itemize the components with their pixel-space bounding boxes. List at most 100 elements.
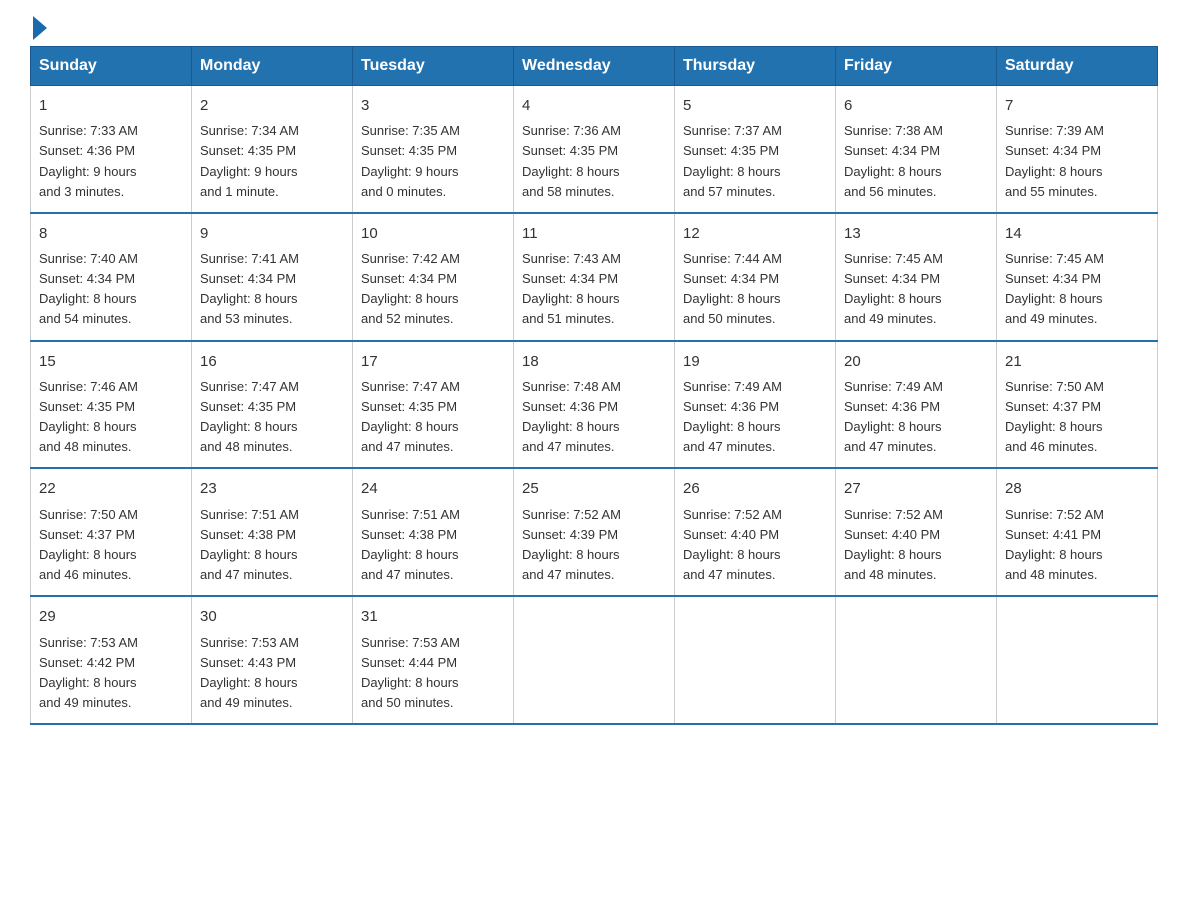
day-number: 4 [522, 94, 666, 117]
day-info: Sunrise: 7:43 AMSunset: 4:34 PMDaylight:… [522, 249, 666, 330]
column-header-tuesday: Tuesday [353, 47, 514, 86]
calendar-cell [514, 596, 675, 724]
week-row-3: 15 Sunrise: 7:46 AMSunset: 4:35 PMDaylig… [31, 341, 1158, 469]
week-row-1: 1 Sunrise: 7:33 AMSunset: 4:36 PMDayligh… [31, 86, 1158, 213]
day-number: 21 [1005, 350, 1149, 373]
column-header-wednesday: Wednesday [514, 47, 675, 86]
day-number: 6 [844, 94, 988, 117]
calendar-cell: 3 Sunrise: 7:35 AMSunset: 4:35 PMDayligh… [353, 86, 514, 213]
page-header [30, 20, 1158, 36]
day-number: 20 [844, 350, 988, 373]
logo-arrow-icon [33, 16, 47, 40]
header-row: SundayMondayTuesdayWednesdayThursdayFrid… [31, 47, 1158, 86]
calendar-cell: 25 Sunrise: 7:52 AMSunset: 4:39 PMDaylig… [514, 468, 675, 596]
calendar-cell: 16 Sunrise: 7:47 AMSunset: 4:35 PMDaylig… [192, 341, 353, 469]
day-info: Sunrise: 7:42 AMSunset: 4:34 PMDaylight:… [361, 249, 505, 330]
day-info: Sunrise: 7:39 AMSunset: 4:34 PMDaylight:… [1005, 121, 1149, 202]
day-info: Sunrise: 7:53 AMSunset: 4:43 PMDaylight:… [200, 633, 344, 714]
day-info: Sunrise: 7:44 AMSunset: 4:34 PMDaylight:… [683, 249, 827, 330]
day-number: 11 [522, 222, 666, 245]
calendar-cell: 17 Sunrise: 7:47 AMSunset: 4:35 PMDaylig… [353, 341, 514, 469]
day-info: Sunrise: 7:47 AMSunset: 4:35 PMDaylight:… [361, 377, 505, 458]
day-number: 8 [39, 222, 183, 245]
day-info: Sunrise: 7:49 AMSunset: 4:36 PMDaylight:… [844, 377, 988, 458]
day-number: 7 [1005, 94, 1149, 117]
day-number: 5 [683, 94, 827, 117]
day-info: Sunrise: 7:34 AMSunset: 4:35 PMDaylight:… [200, 121, 344, 202]
day-info: Sunrise: 7:37 AMSunset: 4:35 PMDaylight:… [683, 121, 827, 202]
day-number: 3 [361, 94, 505, 117]
calendar-cell [675, 596, 836, 724]
day-number: 18 [522, 350, 666, 373]
calendar-cell [836, 596, 997, 724]
calendar-cell [997, 596, 1158, 724]
calendar-cell: 8 Sunrise: 7:40 AMSunset: 4:34 PMDayligh… [31, 213, 192, 341]
calendar-cell: 2 Sunrise: 7:34 AMSunset: 4:35 PMDayligh… [192, 86, 353, 213]
calendar-cell: 14 Sunrise: 7:45 AMSunset: 4:34 PMDaylig… [997, 213, 1158, 341]
day-info: Sunrise: 7:48 AMSunset: 4:36 PMDaylight:… [522, 377, 666, 458]
day-number: 2 [200, 94, 344, 117]
day-number: 30 [200, 605, 344, 628]
day-info: Sunrise: 7:53 AMSunset: 4:42 PMDaylight:… [39, 633, 183, 714]
calendar-cell: 9 Sunrise: 7:41 AMSunset: 4:34 PMDayligh… [192, 213, 353, 341]
calendar-table: SundayMondayTuesdayWednesdayThursdayFrid… [30, 46, 1158, 725]
calendar-cell: 18 Sunrise: 7:48 AMSunset: 4:36 PMDaylig… [514, 341, 675, 469]
day-number: 27 [844, 477, 988, 500]
calendar-cell: 7 Sunrise: 7:39 AMSunset: 4:34 PMDayligh… [997, 86, 1158, 213]
day-info: Sunrise: 7:49 AMSunset: 4:36 PMDaylight:… [683, 377, 827, 458]
day-info: Sunrise: 7:35 AMSunset: 4:35 PMDaylight:… [361, 121, 505, 202]
calendar-cell: 22 Sunrise: 7:50 AMSunset: 4:37 PMDaylig… [31, 468, 192, 596]
calendar-cell: 31 Sunrise: 7:53 AMSunset: 4:44 PMDaylig… [353, 596, 514, 724]
day-info: Sunrise: 7:45 AMSunset: 4:34 PMDaylight:… [844, 249, 988, 330]
column-header-sunday: Sunday [31, 47, 192, 86]
week-row-4: 22 Sunrise: 7:50 AMSunset: 4:37 PMDaylig… [31, 468, 1158, 596]
day-number: 29 [39, 605, 183, 628]
day-number: 24 [361, 477, 505, 500]
day-number: 10 [361, 222, 505, 245]
calendar-cell: 30 Sunrise: 7:53 AMSunset: 4:43 PMDaylig… [192, 596, 353, 724]
calendar-cell: 21 Sunrise: 7:50 AMSunset: 4:37 PMDaylig… [997, 341, 1158, 469]
calendar-cell: 24 Sunrise: 7:51 AMSunset: 4:38 PMDaylig… [353, 468, 514, 596]
day-info: Sunrise: 7:51 AMSunset: 4:38 PMDaylight:… [200, 505, 344, 586]
calendar-cell: 10 Sunrise: 7:42 AMSunset: 4:34 PMDaylig… [353, 213, 514, 341]
column-header-saturday: Saturday [997, 47, 1158, 86]
day-info: Sunrise: 7:40 AMSunset: 4:34 PMDaylight:… [39, 249, 183, 330]
week-row-5: 29 Sunrise: 7:53 AMSunset: 4:42 PMDaylig… [31, 596, 1158, 724]
day-info: Sunrise: 7:52 AMSunset: 4:40 PMDaylight:… [683, 505, 827, 586]
day-info: Sunrise: 7:38 AMSunset: 4:34 PMDaylight:… [844, 121, 988, 202]
day-info: Sunrise: 7:33 AMSunset: 4:36 PMDaylight:… [39, 121, 183, 202]
calendar-cell: 11 Sunrise: 7:43 AMSunset: 4:34 PMDaylig… [514, 213, 675, 341]
logo [30, 20, 47, 36]
day-number: 12 [683, 222, 827, 245]
calendar-cell: 13 Sunrise: 7:45 AMSunset: 4:34 PMDaylig… [836, 213, 997, 341]
day-number: 22 [39, 477, 183, 500]
day-number: 28 [1005, 477, 1149, 500]
day-info: Sunrise: 7:50 AMSunset: 4:37 PMDaylight:… [1005, 377, 1149, 458]
day-info: Sunrise: 7:41 AMSunset: 4:34 PMDaylight:… [200, 249, 344, 330]
calendar-cell: 28 Sunrise: 7:52 AMSunset: 4:41 PMDaylig… [997, 468, 1158, 596]
day-number: 26 [683, 477, 827, 500]
calendar-cell: 26 Sunrise: 7:52 AMSunset: 4:40 PMDaylig… [675, 468, 836, 596]
day-number: 31 [361, 605, 505, 628]
calendar-cell: 15 Sunrise: 7:46 AMSunset: 4:35 PMDaylig… [31, 341, 192, 469]
day-number: 15 [39, 350, 183, 373]
day-info: Sunrise: 7:46 AMSunset: 4:35 PMDaylight:… [39, 377, 183, 458]
day-number: 9 [200, 222, 344, 245]
day-info: Sunrise: 7:52 AMSunset: 4:40 PMDaylight:… [844, 505, 988, 586]
calendar-cell: 5 Sunrise: 7:37 AMSunset: 4:35 PMDayligh… [675, 86, 836, 213]
day-info: Sunrise: 7:52 AMSunset: 4:39 PMDaylight:… [522, 505, 666, 586]
day-info: Sunrise: 7:45 AMSunset: 4:34 PMDaylight:… [1005, 249, 1149, 330]
calendar-cell: 12 Sunrise: 7:44 AMSunset: 4:34 PMDaylig… [675, 213, 836, 341]
day-info: Sunrise: 7:53 AMSunset: 4:44 PMDaylight:… [361, 633, 505, 714]
calendar-cell: 29 Sunrise: 7:53 AMSunset: 4:42 PMDaylig… [31, 596, 192, 724]
column-header-friday: Friday [836, 47, 997, 86]
calendar-cell: 23 Sunrise: 7:51 AMSunset: 4:38 PMDaylig… [192, 468, 353, 596]
column-header-thursday: Thursday [675, 47, 836, 86]
calendar-cell: 6 Sunrise: 7:38 AMSunset: 4:34 PMDayligh… [836, 86, 997, 213]
week-row-2: 8 Sunrise: 7:40 AMSunset: 4:34 PMDayligh… [31, 213, 1158, 341]
day-info: Sunrise: 7:51 AMSunset: 4:38 PMDaylight:… [361, 505, 505, 586]
day-number: 17 [361, 350, 505, 373]
calendar-cell: 20 Sunrise: 7:49 AMSunset: 4:36 PMDaylig… [836, 341, 997, 469]
day-info: Sunrise: 7:52 AMSunset: 4:41 PMDaylight:… [1005, 505, 1149, 586]
day-number: 16 [200, 350, 344, 373]
